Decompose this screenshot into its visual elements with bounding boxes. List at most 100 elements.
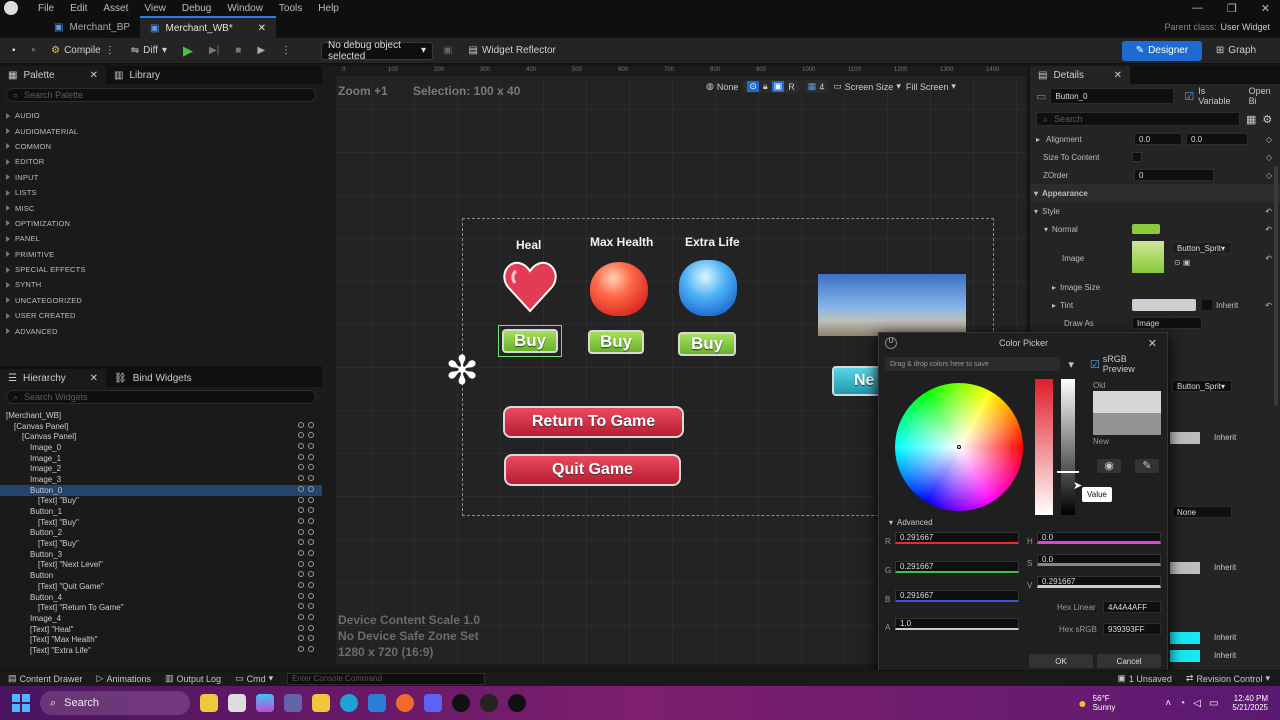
r-slider[interactable]: 0.291667: [895, 532, 1019, 544]
visibility-eye-icon[interactable]: [298, 453, 318, 462]
eject-icon[interactable]: ▶: [251, 41, 271, 61]
visibility-eye-icon[interactable]: [298, 603, 318, 611]
stop-icon[interactable]: ■: [229, 41, 247, 61]
draw-as-dropdown[interactable]: Image: [1132, 317, 1202, 329]
buy-button-max-health[interactable]: Buy: [588, 330, 644, 354]
file-explorer-icon[interactable]: [312, 694, 330, 712]
anchor-gear-icon[interactable]: ✻: [440, 349, 484, 393]
tint-swatch-3[interactable]: [1170, 562, 1200, 574]
value-slider-marker[interactable]: [1057, 471, 1079, 473]
visibility-eye-icon[interactable]: [298, 517, 318, 526]
tint-swatch-2[interactable]: [1170, 432, 1200, 444]
unreal-icon-2[interactable]: [508, 694, 526, 712]
reset-diamond-icon[interactable]: ◇: [1266, 153, 1272, 162]
palette-category[interactable]: ADVANCED: [0, 323, 322, 338]
reset-diamond-icon[interactable]: ◇: [1266, 135, 1272, 144]
visibility-eye-icon[interactable]: [298, 560, 318, 569]
palette-tab[interactable]: ▦ Palette ✕: [0, 66, 106, 84]
edge-icon[interactable]: [340, 694, 358, 712]
visibility-eye-icon[interactable]: [298, 614, 318, 622]
hierarchy-item[interactable]: [Merchant_WB]: [0, 410, 322, 421]
palette-category[interactable]: PRIMITIVE: [0, 247, 322, 262]
visibility-eye-icon[interactable]: [298, 528, 318, 537]
hierarchy-item[interactable]: Image_2: [0, 463, 322, 474]
widget-name-field[interactable]: Button_0: [1050, 88, 1175, 104]
palette-category[interactable]: MISC: [0, 200, 322, 215]
widget-reflector-button[interactable]: ▤ Widget Reflector: [463, 41, 562, 61]
copilot-icon[interactable]: [256, 694, 274, 712]
cancel-button[interactable]: Cancel: [1097, 654, 1161, 668]
quit-game-button[interactable]: Quit Game: [504, 454, 681, 486]
chevron-down-icon[interactable]: ▾: [1068, 358, 1074, 371]
step-icon[interactable]: ▶|: [203, 41, 225, 61]
maximize-icon[interactable]: ❐: [1227, 2, 1237, 15]
github-icon[interactable]: [480, 694, 498, 712]
designer-button[interactable]: ✎ Designer: [1122, 40, 1202, 61]
reset-arrow-icon[interactable]: ↶: [1265, 301, 1272, 310]
visibility-eye-icon[interactable]: [298, 443, 318, 451]
palette-category[interactable]: AUDIO: [0, 108, 322, 123]
compile-button[interactable]: ⚙ Compile ⋮: [45, 41, 121, 61]
unreal-logo-icon[interactable]: [4, 1, 18, 15]
details-tab[interactable]: ▤ Details ✕: [1030, 66, 1130, 84]
normal-row[interactable]: ▾ Normal ↶: [1030, 220, 1280, 238]
palette-search[interactable]: ⌕ Search Palette: [6, 88, 316, 102]
hierarchy-item[interactable]: [Canvas Panel]: [0, 431, 322, 442]
cyan-swatch-1[interactable]: [1170, 632, 1200, 644]
details-search[interactable]: ⌕ Search: [1036, 112, 1240, 126]
console-input[interactable]: Enter Console Command: [287, 672, 486, 685]
fill-screen-dropdown[interactable]: Fill Screen ▾: [906, 81, 956, 92]
return-to-game-button[interactable]: Return To Game: [503, 406, 684, 438]
menu-tools[interactable]: Tools: [271, 3, 310, 14]
hierarchy-item[interactable]: Button_0: [0, 484, 322, 496]
settings-icon[interactable]: ⚙: [1262, 113, 1272, 126]
reset-arrow-icon[interactable]: ↶: [1265, 207, 1272, 216]
menu-window[interactable]: Window: [219, 3, 271, 14]
hierarchy-item[interactable]: Image_3: [0, 474, 322, 485]
hierarchy-item[interactable]: [Text] "Max Health": [0, 634, 322, 645]
output-log-button[interactable]: ▥ Output Log: [165, 673, 221, 684]
color-wheel-mode-icon[interactable]: ◉: [1097, 459, 1121, 473]
v-slider[interactable]: 0.291667: [1037, 576, 1161, 588]
visibility-eye-icon[interactable]: [298, 464, 318, 472]
visibility-eye-icon[interactable]: [298, 539, 318, 547]
value-slider[interactable]: [1061, 379, 1075, 515]
taskbar-search[interactable]: ⌕ Search: [40, 691, 190, 715]
animations-button[interactable]: ▷ Animations: [97, 673, 151, 684]
expand-arrow-icon[interactable]: ▸: [1052, 301, 1056, 310]
ok-button[interactable]: OK: [1029, 654, 1093, 668]
teams-icon[interactable]: [284, 694, 302, 712]
screen-size-dropdown[interactable]: ▭ Screen Size ▾: [833, 81, 901, 92]
visibility-eye-icon[interactable]: [298, 421, 318, 430]
appearance-header[interactable]: ▾ Appearance: [1030, 184, 1280, 202]
save-icon[interactable]: ▪: [6, 41, 22, 61]
palette-category[interactable]: OPTIMIZATION: [0, 216, 322, 231]
eyedropper-icon[interactable]: ✎: [1135, 459, 1159, 473]
hierarchy-item[interactable]: Image_0: [0, 442, 322, 453]
image-size-row[interactable]: ▸ Image Size: [1030, 278, 1280, 296]
clock[interactable]: 12:40 PM 5/21/2025: [1232, 694, 1268, 712]
visibility-eye-icon[interactable]: [298, 646, 318, 654]
buy-button-heal[interactable]: Buy: [502, 329, 558, 353]
hierarchy-item[interactable]: [Canvas Panel]: [0, 421, 322, 432]
hierarchy-item[interactable]: [Text] "Buy": [0, 538, 322, 549]
palette-category[interactable]: USER CREATED: [0, 308, 322, 323]
size-to-content-checkbox[interactable]: [1132, 152, 1142, 162]
cmd-dropdown[interactable]: ▭ Cmd ▾: [235, 673, 273, 684]
cyan-swatch-2[interactable]: [1170, 650, 1200, 662]
palette-category[interactable]: SPECIAL EFFECTS: [0, 262, 322, 277]
content-drawer-button[interactable]: ▤ Content Drawer: [8, 673, 83, 684]
revision-control-button[interactable]: ⇄ Revision Control ▾: [1186, 673, 1280, 684]
hierarchy-item[interactable]: Button_2: [0, 528, 322, 539]
menu-edit[interactable]: Edit: [62, 3, 95, 14]
hierarchy-item[interactable]: Image_4: [0, 613, 322, 624]
graph-button[interactable]: ⊞ Graph: [1206, 41, 1266, 61]
tab-merchant-wb[interactable]: ▣ Merchant_WB* ✕: [140, 16, 277, 38]
hierarchy-item[interactable]: Button: [0, 570, 322, 581]
hierarchy-item[interactable]: Image_1: [0, 453, 322, 464]
advanced-section-header[interactable]: ▾ Advanced: [889, 518, 933, 527]
close-icon[interactable]: ✕: [90, 70, 98, 81]
hierarchy-item[interactable]: [Text] "Next Level": [0, 560, 322, 571]
hierarchy-search[interactable]: ⌕ Search Widgets: [6, 390, 316, 404]
hierarchy-item[interactable]: [Text] "Quit Game": [0, 581, 322, 592]
